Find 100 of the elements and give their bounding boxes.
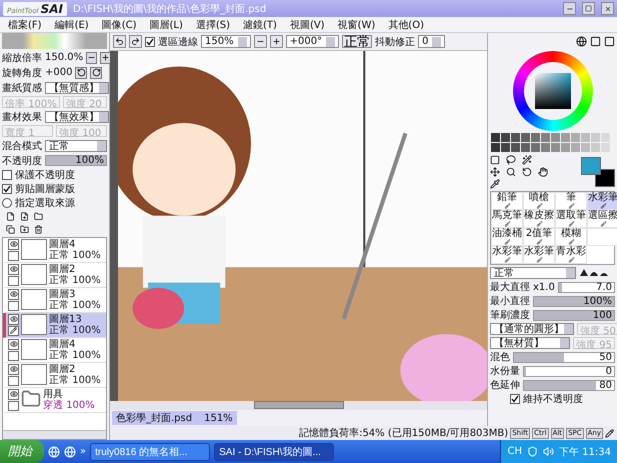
dropdown[interactable]: 【通常的圓形】 xyxy=(490,323,574,335)
zoom-icon[interactable] xyxy=(506,167,516,177)
layer-item[interactable]: 圖層2 正常 100% xyxy=(3,363,106,388)
edit-toggle[interactable] xyxy=(8,400,19,411)
color-square[interactable] xyxy=(534,73,570,109)
layer-item[interactable]: 圖層2 正常 100% xyxy=(3,263,106,288)
visibility-toggle[interactable] xyxy=(8,314,19,324)
tool-item[interactable]: 模糊 xyxy=(555,228,587,246)
new-layer-icon[interactable] xyxy=(6,212,15,221)
select-icon[interactable] xyxy=(490,155,500,165)
visibility-toggle[interactable] xyxy=(8,339,19,350)
menu-item[interactable]: 檔案(F) xyxy=(8,18,42,32)
pipette-icon[interactable] xyxy=(490,179,500,189)
layer-item[interactable]: 用具 穿透 100% xyxy=(3,388,106,413)
tool-item[interactable]: 2值筆 xyxy=(523,228,555,246)
brush-slider[interactable]: 100% xyxy=(533,296,615,306)
brush-slider[interactable]: 100 xyxy=(533,310,615,320)
menu-item[interactable]: 其他(O) xyxy=(388,18,424,32)
layer-item[interactable]: 圖層13 正常 100% xyxy=(3,313,106,338)
browser-icon[interactable] xyxy=(64,446,76,458)
tool-item[interactable]: 筆 xyxy=(555,192,587,210)
menu-item[interactable]: 視圖(V) xyxy=(290,18,325,32)
taskbar-button[interactable]: truly0816 的無名相... xyxy=(90,442,210,460)
rotate-left-button[interactable] xyxy=(75,66,88,78)
folder-icon[interactable] xyxy=(34,212,43,221)
folder-plus-icon[interactable] xyxy=(20,225,29,234)
edit-toggle[interactable] xyxy=(8,350,19,361)
tool-item[interactable]: 水彩筆 xyxy=(523,246,555,264)
zoom-dropdown[interactable]: 150% xyxy=(201,35,251,48)
copy-icon[interactable] xyxy=(6,225,15,234)
maximize-button[interactable] xyxy=(582,2,595,15)
file-tab[interactable]: 色彩學_封面.psd 151% xyxy=(112,411,237,425)
brush-slider[interactable]: 80 xyxy=(523,380,615,390)
visibility-toggle[interactable] xyxy=(8,289,19,300)
zoom-out-button[interactable] xyxy=(254,35,267,48)
tool-item[interactable]: 橡皮擦 xyxy=(523,210,555,228)
dropdown[interactable]: 【無質感】 xyxy=(45,82,109,94)
panel-icon[interactable] xyxy=(604,36,615,46)
wand-icon[interactable] xyxy=(522,155,532,165)
visibility-toggle[interactable] xyxy=(8,264,19,274)
checkbox[interactable] xyxy=(2,184,12,194)
zoom-in-button[interactable] xyxy=(270,35,283,48)
edit-toggle[interactable] xyxy=(8,376,19,386)
brush-slider[interactable]: 50 xyxy=(513,352,615,362)
tool-item[interactable]: 噴槍 xyxy=(523,192,555,210)
edit-toggle[interactable] xyxy=(8,250,19,261)
redo-button[interactable] xyxy=(129,35,142,48)
speaker-icon[interactable] xyxy=(543,446,554,457)
tool-item[interactable]: 青水彩 xyxy=(555,246,587,264)
menu-item[interactable]: 視窗(W) xyxy=(338,18,376,32)
tool-item[interactable]: 鉛筆 xyxy=(491,192,523,210)
menu-item[interactable]: 濾鏡(T) xyxy=(243,18,277,32)
minimize-button[interactable] xyxy=(563,2,576,15)
layer-item[interactable]: 圖層4 正常 100% xyxy=(3,238,106,263)
menu-item[interactable]: 選擇(S) xyxy=(196,18,230,32)
visibility-toggle[interactable] xyxy=(8,239,19,250)
mode-button[interactable]: 正常 xyxy=(342,35,372,48)
dropdown[interactable]: 【無效果】 xyxy=(45,110,109,122)
menu-item[interactable]: 編輯(E) xyxy=(54,18,89,32)
rotate-right-button[interactable] xyxy=(90,66,102,78)
dropdown[interactable]: 正常 xyxy=(45,140,107,152)
menu-item[interactable]: 圖像(C) xyxy=(102,18,136,32)
hand-icon[interactable] xyxy=(538,167,548,177)
dropdown[interactable]: 正常 xyxy=(490,267,576,279)
layer-item[interactable]: 圖層3 正常 100% xyxy=(3,288,106,313)
new-file-icon[interactable] xyxy=(20,212,29,221)
edit-toggle[interactable] xyxy=(8,276,19,286)
tool-item[interactable]: 油漆桶 xyxy=(491,228,523,246)
rotate-icon[interactable] xyxy=(522,167,532,177)
lasso-icon[interactable] xyxy=(506,155,516,165)
browser-icon[interactable] xyxy=(48,446,60,458)
visibility-toggle[interactable] xyxy=(8,389,19,400)
stabilizer-dropdown[interactable]: 0 xyxy=(418,35,446,48)
zoom-in-button[interactable] xyxy=(100,52,112,64)
undo-button[interactable] xyxy=(113,35,126,48)
edit-toggle[interactable] xyxy=(8,326,19,336)
start-button[interactable]: 開始 xyxy=(0,440,44,463)
visibility-toggle[interactable] xyxy=(8,364,19,374)
edit-toggle[interactable] xyxy=(8,300,19,311)
tool-item[interactable]: 選取筆 xyxy=(555,210,587,228)
opacity-slider[interactable]: 100% xyxy=(45,155,107,166)
chevron[interactable]: » xyxy=(80,446,86,457)
tool-item[interactable]: 馬克筆 xyxy=(491,210,523,228)
move-icon[interactable] xyxy=(490,167,500,177)
checkbox[interactable] xyxy=(2,170,12,180)
zoom-out-button[interactable] xyxy=(86,52,98,64)
foreground-color[interactable] xyxy=(581,157,601,175)
brush-slider[interactable]: 7.0 xyxy=(558,282,615,292)
tool-item[interactable]: 水彩筆 xyxy=(491,246,523,264)
panel-icon[interactable] xyxy=(590,36,601,46)
checkbox[interactable] xyxy=(510,394,520,404)
rotation-dropdown[interactable]: +000° xyxy=(286,35,340,48)
brush-slider[interactable]: 0 xyxy=(523,366,615,376)
scrollbar-thumb[interactable] xyxy=(254,401,344,409)
checkbox[interactable] xyxy=(145,36,155,46)
background-color[interactable] xyxy=(595,169,615,187)
menu-item[interactable]: 圖層(L) xyxy=(149,18,183,32)
taskbar-button[interactable]: SAI - D:\FISH\我的圖... xyxy=(214,442,334,460)
layer-item[interactable]: 圖層4 正常 100% xyxy=(3,338,106,363)
close-button[interactable] xyxy=(601,2,614,15)
